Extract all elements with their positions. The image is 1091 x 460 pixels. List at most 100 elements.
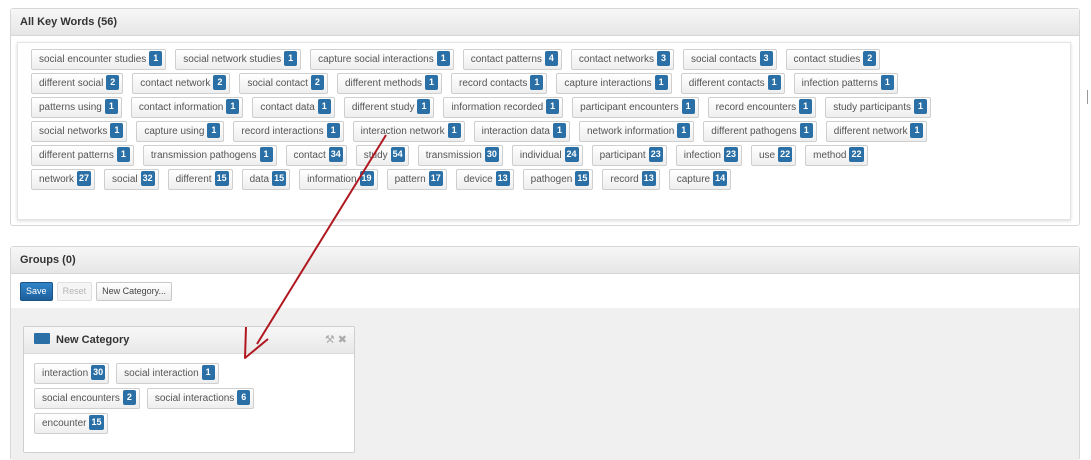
keyword-tag[interactable]: encounter 15	[34, 413, 108, 434]
keyword-label: capture	[676, 174, 711, 185]
keyword-tag[interactable]: capture 14	[668, 169, 732, 190]
keyword-count-badge: 27	[77, 171, 92, 186]
keyword-tag[interactable]: contact 34	[285, 145, 347, 166]
keyword-tag[interactable]: different contacts 1	[680, 73, 785, 94]
keyword-tag[interactable]: use 22	[750, 145, 797, 166]
keyword-tag[interactable]: capture using 1	[136, 121, 225, 142]
keyword-label: contact data	[260, 102, 315, 113]
keyword-tag[interactable]: infection patterns 1	[793, 73, 898, 94]
keyword-tag[interactable]: capture social interactions 1	[310, 49, 454, 70]
keyword-label: contact networks	[578, 54, 654, 65]
keyword-count-badge: 15	[214, 171, 229, 186]
keyword-count-badge: 1	[104, 99, 118, 114]
keyword-tag[interactable]: record contacts 1	[451, 73, 548, 94]
keyword-count-badge: 1	[910, 123, 924, 138]
keyword-tag[interactable]: social networks 1	[31, 121, 128, 142]
keyword-tag[interactable]: transmission pathogens 1	[142, 145, 277, 166]
keyword-tag[interactable]: different 15	[167, 169, 233, 190]
keyword-tag[interactable]: record 13	[602, 169, 660, 190]
keyword-tag[interactable]: interaction network 1	[352, 121, 465, 142]
keyword-tag[interactable]: contact network 2	[132, 73, 231, 94]
keyword-tag[interactable]: pattern 17	[386, 169, 447, 190]
keyword-label: device	[463, 174, 493, 185]
keyword-tag[interactable]: interaction data 1	[473, 121, 570, 142]
category-box[interactable]: New Category ⚒ ✖ interaction 30 social inte…	[23, 326, 355, 453]
keyword-tag[interactable]: contact studies 2	[785, 49, 881, 70]
keyword-label: social contact	[247, 78, 308, 89]
keyword-label: interaction data	[481, 126, 550, 137]
category-title: New Category	[56, 334, 130, 346]
keyword-tag[interactable]: network information 1	[579, 121, 695, 142]
keyword-tag[interactable]: social encounter studies 1	[31, 49, 167, 70]
keyword-tag[interactable]: social interaction 1	[116, 363, 219, 384]
keyword-tag[interactable]: interaction 30	[34, 363, 110, 384]
keyword-tag[interactable]: transmission 30	[417, 145, 503, 166]
keyword-label: social interactions	[154, 393, 235, 404]
keyword-tag[interactable]: contact networks 3	[570, 49, 674, 70]
keyword-count-badge: 1	[436, 51, 450, 66]
groups-panel-title: Groups (0)	[11, 247, 1079, 274]
tag-row: social encounters 2 social interactions 6	[34, 388, 354, 413]
keyword-tag[interactable]: method 22	[805, 145, 868, 166]
keyword-tag[interactable]: different methods 1	[336, 73, 443, 94]
keyword-tag[interactable]: different patterns 1	[31, 145, 134, 166]
keyword-label: social encounters	[42, 393, 120, 404]
keyword-tag[interactable]: contact data 1	[252, 97, 335, 118]
keyword-tag[interactable]: different study 1	[343, 97, 435, 118]
tag-row: social encounter studies 1 social network …	[31, 49, 1070, 73]
keyword-label: social contacts	[690, 54, 757, 65]
keyword-tag[interactable]: pathogen 15	[522, 169, 594, 190]
keyword-tag[interactable]: information 19	[299, 169, 378, 190]
keyword-tag[interactable]: data 15	[241, 169, 291, 190]
keyword-count-badge: 1	[914, 99, 928, 114]
keyword-tag[interactable]: device 13	[455, 169, 514, 190]
keyword-tag[interactable]: network 27	[31, 169, 96, 190]
save-button[interactable]: Save	[20, 282, 53, 301]
keyword-tag[interactable]: infection 23	[675, 145, 742, 166]
keyword-tag[interactable]: participant encounters 1	[572, 97, 699, 118]
keyword-label: contact patterns	[470, 54, 542, 65]
keyword-tag[interactable]: social interactions 6	[146, 388, 255, 409]
keyword-count-badge: 4	[544, 51, 558, 66]
keyword-tag[interactable]: different social 2	[31, 73, 124, 94]
keyword-tag[interactable]: capture interactions 1	[556, 73, 672, 94]
keyword-label: record interactions	[241, 126, 324, 137]
keyword-tag[interactable]: social encounters 2	[34, 388, 140, 409]
keyword-tag[interactable]: patterns using 1	[31, 97, 122, 118]
category-tools: ⚒ ✖	[322, 327, 347, 353]
keyword-tag[interactable]: individual 24	[511, 145, 583, 166]
keyword-tag[interactable]: information recorded 1	[443, 97, 564, 118]
close-icon[interactable]: ✖	[338, 334, 347, 346]
keyword-label: interaction	[42, 368, 89, 379]
new-category-button[interactable]: New Category...	[96, 282, 173, 301]
keyword-tag[interactable]: social contacts 3	[682, 49, 777, 70]
keyword-label: social networks	[39, 126, 108, 137]
keyword-tag[interactable]: social network studies 1	[175, 49, 302, 70]
keyword-tag[interactable]: record encounters 1	[707, 97, 817, 118]
keyword-tag[interactable]: contact information 1	[130, 97, 244, 118]
keyword-tag[interactable]: participant 23	[591, 145, 667, 166]
keyword-tag[interactable]: different pathogens 1	[703, 121, 817, 142]
keyword-tag[interactable]: record interactions 1	[233, 121, 344, 142]
keyword-tag[interactable]: study participants 1	[825, 97, 932, 118]
keyword-label: participant encounters	[580, 102, 679, 113]
keyword-label: method	[813, 150, 847, 161]
keywords-panel-title: All Key Words (56)	[11, 9, 1079, 36]
wrench-icon[interactable]: ⚒	[325, 334, 335, 346]
keyword-label: pathogen	[530, 174, 573, 185]
keyword-count-badge: 15	[89, 415, 104, 430]
keyword-tag[interactable]: contact patterns 4	[462, 49, 562, 70]
keyword-label: infection patterns	[801, 78, 878, 89]
keyword-tag[interactable]: social 32	[104, 169, 159, 190]
keyword-count-badge: 13	[495, 171, 510, 186]
keyword-tag[interactable]: study 54	[355, 145, 409, 166]
keyword-label: different social	[39, 78, 104, 89]
keyword-count-badge: 2	[122, 390, 136, 405]
keyword-tag[interactable]: different network 1	[825, 121, 928, 142]
keyword-count-badge: 1	[654, 75, 668, 90]
keyword-count-badge: 2	[213, 75, 227, 90]
keyword-count-badge: 14	[713, 171, 728, 186]
reset-button[interactable]: Reset	[56, 282, 93, 301]
keyword-tag[interactable]: social contact 2	[239, 73, 328, 94]
keyword-label: information recorded	[451, 102, 544, 113]
